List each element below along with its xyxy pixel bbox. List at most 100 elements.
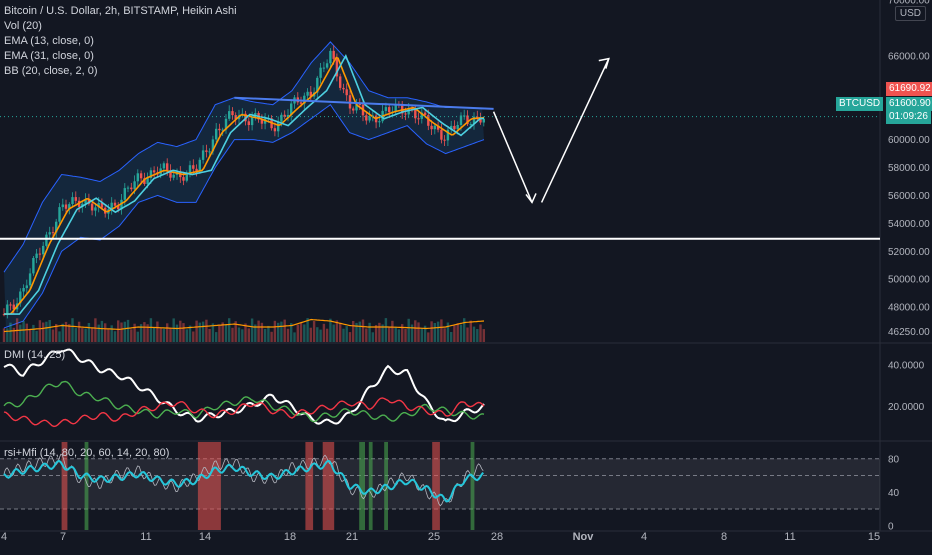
volume-bar xyxy=(319,329,322,342)
projection-down-arrow xyxy=(492,111,533,203)
volume-bar xyxy=(368,322,371,342)
volume-bar xyxy=(257,320,260,342)
candle-body xyxy=(482,118,485,123)
volume-bar xyxy=(247,328,250,342)
rsi-highlight-zone xyxy=(470,442,475,530)
volume-bar xyxy=(277,322,280,342)
price-tick-label: 66000.00 xyxy=(888,51,930,62)
candle-body xyxy=(306,91,309,96)
volume-bar xyxy=(143,322,146,342)
currency-button[interactable]: USD xyxy=(894,6,926,21)
volume-bar xyxy=(414,320,417,342)
volume-bar xyxy=(401,324,404,342)
volume-bar xyxy=(58,331,61,342)
chart-svg[interactable]: 70000.0066000.0062000.0060000.0058000.00… xyxy=(0,0,932,550)
volume-bar xyxy=(388,327,391,342)
volume-bar xyxy=(12,327,15,342)
price-tick-label: 50000.00 xyxy=(888,275,930,286)
price-tick-label: 56000.00 xyxy=(888,191,930,202)
time-tick-label: 15 xyxy=(868,531,880,543)
volume-bar xyxy=(179,320,182,342)
volume-bar xyxy=(365,328,368,342)
main-legend: Bitcoin / U.S. Dollar, 2h, BITSTAMP, Hei… xyxy=(4,4,237,79)
volume-bar xyxy=(182,323,185,342)
chart-area[interactable]: 70000.0066000.0062000.0060000.0058000.00… xyxy=(0,0,932,550)
dmi-label[interactable]: DMI (14, 25) xyxy=(4,349,65,361)
volume-bar xyxy=(420,328,423,342)
volume-bar xyxy=(169,328,172,342)
time-tick-label: 11 xyxy=(140,531,151,543)
volume-bar xyxy=(482,329,485,342)
volume-bar xyxy=(283,319,286,342)
candle-body xyxy=(299,102,303,104)
volume-bar xyxy=(120,322,123,342)
volume-bar xyxy=(32,324,35,342)
chart-title[interactable]: Bitcoin / U.S. Dollar, 2h, BITSTAMP, Hei… xyxy=(4,4,237,19)
rsi-highlight-zone xyxy=(197,442,221,530)
volume-bar xyxy=(397,329,401,342)
time-tick-label: 11 xyxy=(784,531,795,543)
volume-bar xyxy=(299,322,303,342)
candle-body xyxy=(48,232,51,235)
rsi-band xyxy=(0,458,880,510)
legend-ema13[interactable]: EMA (13, close, 0) xyxy=(4,34,237,49)
volume-bar xyxy=(270,331,273,342)
candle-body xyxy=(152,170,156,173)
candle-body xyxy=(273,128,277,132)
volume-bar xyxy=(22,321,25,342)
volume-bar xyxy=(77,321,81,342)
volume-bar xyxy=(123,321,126,342)
candle-body xyxy=(250,117,254,126)
candle-body xyxy=(192,165,195,169)
volume-bar xyxy=(371,332,374,342)
volume-bar xyxy=(348,332,352,342)
legend-bb[interactable]: BB (20, close, 2, 0) xyxy=(4,64,237,79)
candle-body xyxy=(325,63,329,68)
candle-body xyxy=(456,125,459,130)
volume-bar xyxy=(267,325,270,342)
legend-ema31[interactable]: EMA (31, close, 0) xyxy=(4,49,237,64)
dmi-adx-line xyxy=(3,348,485,425)
volume-bar xyxy=(64,321,68,342)
candle-body xyxy=(388,107,391,113)
rsi-tick-label: 0 xyxy=(888,521,894,532)
rsi-tick-label: 80 xyxy=(888,454,900,465)
legend-vol[interactable]: Vol (20) xyxy=(4,19,237,34)
candle-body xyxy=(443,139,446,141)
candle-body xyxy=(430,125,433,130)
volume-bar xyxy=(149,318,153,342)
time-tick-label: 4 xyxy=(641,531,647,543)
price-tick-label: 48000.00 xyxy=(888,303,930,314)
candle-body xyxy=(339,76,342,88)
candle-body xyxy=(182,177,185,181)
volume-bar xyxy=(273,320,277,342)
rsi-label[interactable]: rsi+Mfi (14, 80, 20, 60, 14, 20, 80) xyxy=(4,447,169,459)
volume-bar xyxy=(391,320,394,342)
rsi-highlight-zone xyxy=(359,442,365,530)
candle-body xyxy=(201,150,205,160)
volume-bar xyxy=(38,320,42,342)
candle-body xyxy=(133,181,136,190)
candle-body xyxy=(64,204,68,209)
volume-bar xyxy=(293,332,296,342)
volume-bar xyxy=(117,320,120,342)
volume-bar xyxy=(417,322,420,342)
dmi-plus-line xyxy=(3,380,485,423)
candle-body xyxy=(205,150,208,152)
candle-body xyxy=(136,173,139,182)
volume-bar xyxy=(250,318,254,342)
candle-body xyxy=(198,159,201,172)
volume-bar xyxy=(440,319,443,342)
candle-body xyxy=(384,107,388,111)
candle-body xyxy=(228,111,231,119)
time-tick-label: 25 xyxy=(428,531,440,543)
volume-bar xyxy=(384,318,388,342)
rsi-highlight-zone xyxy=(305,442,314,530)
volume-bar xyxy=(325,328,329,342)
dmi-tick-label: 20.0000 xyxy=(888,402,925,413)
candle-body xyxy=(329,50,332,64)
volume-bar xyxy=(97,324,100,342)
volume-bar xyxy=(51,329,55,342)
volume-bar xyxy=(61,323,64,342)
candle-body xyxy=(208,151,211,153)
